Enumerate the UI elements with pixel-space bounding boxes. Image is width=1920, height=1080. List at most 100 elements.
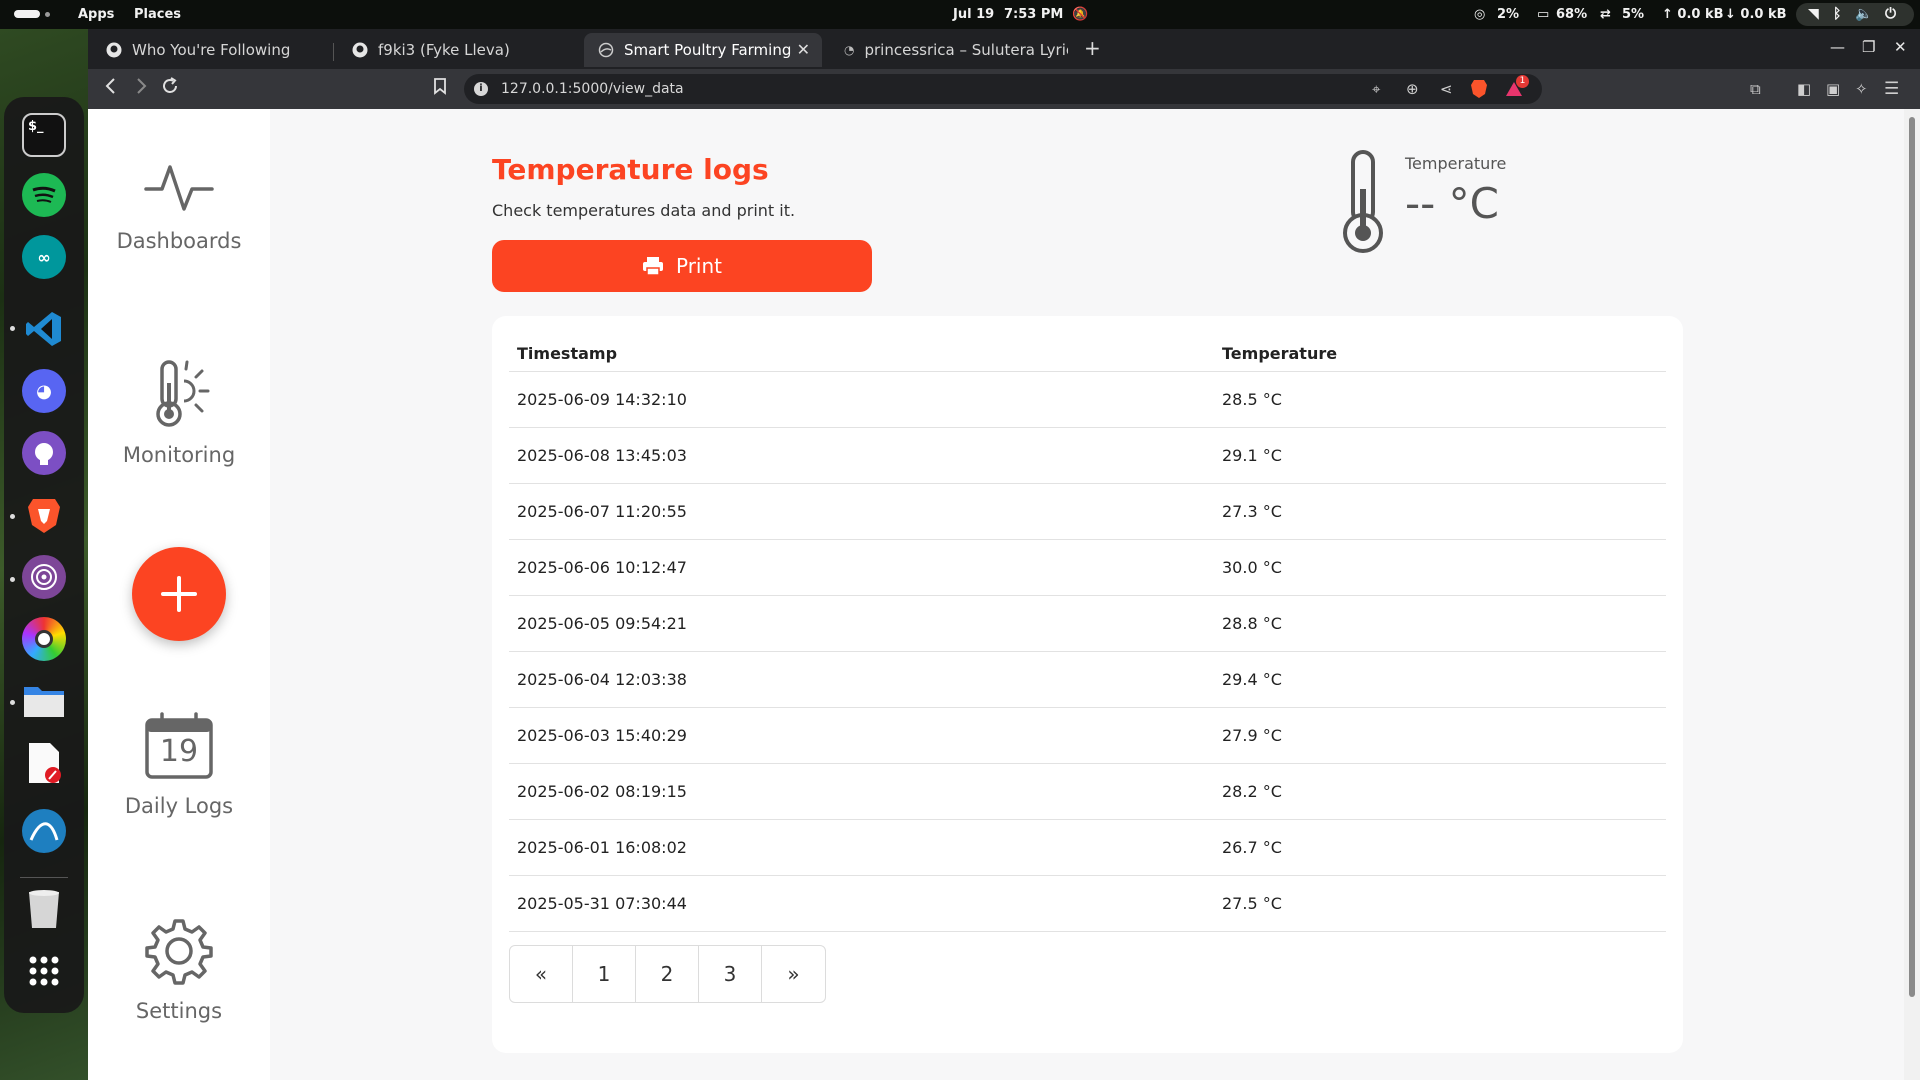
address-bar[interactable]: i 127.0.0.1:5000/view_data ⌖ ⊕ ⋖ 1 xyxy=(464,74,1542,104)
github-desktop-icon[interactable] xyxy=(22,431,66,475)
timestamp-cell: 2025-06-03 15:40:29 xyxy=(509,707,1214,764)
tab-close-icon[interactable]: ✕ xyxy=(797,40,810,59)
clock-date[interactable]: Jul 19 xyxy=(953,0,994,29)
timestamp-cell: 2025-06-04 12:03:38 xyxy=(509,651,1214,708)
wallet-icon[interactable]: ▣ xyxy=(1826,80,1840,98)
tab-label: f9ki3 (Fyke Lleva) xyxy=(378,41,510,59)
print-button[interactable]: Print xyxy=(492,240,872,292)
pagination-next-button[interactable]: » xyxy=(762,946,825,1002)
brave-icon[interactable] xyxy=(22,493,66,537)
table-header-row: Timestamp Temperature xyxy=(509,330,1666,372)
temperature-widget: Temperature -- °C xyxy=(1328,149,1588,259)
sidebar-item-label: Settings xyxy=(135,999,223,1023)
sidebar-item-daily-logs[interactable]: 19 Daily Logs xyxy=(88,712,270,818)
tab-f9ki3[interactable]: f9ki3 (Fyke Lleva) xyxy=(338,33,576,67)
timestamp-cell: 2025-06-09 14:32:10 xyxy=(509,371,1214,428)
gear-icon xyxy=(145,919,213,985)
temperature-cell: 27.5 °C xyxy=(1214,875,1666,932)
forward-icon[interactable] xyxy=(134,77,148,101)
running-indicator xyxy=(10,700,15,705)
table-row: 2025-06-03 15:40:29 27.9 °C xyxy=(509,707,1666,764)
tab-who-youre-following[interactable]: Who You're Following xyxy=(92,33,330,67)
timestamp-cell: 2025-05-31 07:30:44 xyxy=(509,875,1214,932)
memory-usage: 68% xyxy=(1556,7,1588,22)
places-menu[interactable]: Places xyxy=(134,0,181,29)
text-editor-icon[interactable] xyxy=(22,741,66,785)
new-tab-button[interactable]: + xyxy=(1084,36,1101,60)
trash-icon[interactable] xyxy=(22,887,66,931)
column-header-timestamp: Timestamp xyxy=(509,330,1214,372)
reader-mode-icon[interactable]: ⧉ xyxy=(1750,80,1761,98)
reload-icon[interactable] xyxy=(161,77,179,101)
page-subtitle: Check temperatures data and print it. xyxy=(492,201,796,220)
temperature-table: Timestamp Temperature 2025-06-09 14:32:1… xyxy=(509,330,1666,932)
bookmark-icon[interactable] xyxy=(433,77,447,101)
leo-ai-icon[interactable]: ✧ xyxy=(1855,80,1868,98)
memory-icon: ▭ xyxy=(1537,7,1550,22)
minimize-icon[interactable]: — xyxy=(1830,38,1845,56)
page-scrollbar[interactable] xyxy=(1904,109,1920,1080)
plus-icon xyxy=(161,576,197,612)
sidebar-item-monitoring[interactable]: Monitoring xyxy=(88,359,270,467)
files-icon[interactable] xyxy=(22,679,66,723)
temperature-cell: 28.5 °C xyxy=(1214,371,1666,428)
table-row: 2025-06-01 16:08:02 26.7 °C xyxy=(509,819,1666,876)
tab-label: Smart Poultry Farming xyxy=(624,41,792,59)
activities-button[interactable] xyxy=(14,10,50,20)
table-row: 2025-06-04 12:03:38 29.4 °C xyxy=(509,651,1666,708)
sidebar-item-settings[interactable]: Settings xyxy=(88,917,270,1023)
add-button[interactable] xyxy=(132,547,226,641)
temperature-cell: 30.0 °C xyxy=(1214,539,1666,596)
clock-time[interactable]: 7:53 PM xyxy=(1004,0,1063,29)
timestamp-cell: 2025-06-02 08:19:15 xyxy=(509,763,1214,820)
scrollbar-thumb[interactable] xyxy=(1909,117,1915,997)
pagination-page-3[interactable]: 3 xyxy=(699,946,762,1002)
share-icon[interactable]: ⋖ xyxy=(1440,80,1453,98)
location-icon[interactable]: ⌖ xyxy=(1372,80,1380,98)
table-row: 2025-06-06 10:12:47 30.0 °C xyxy=(509,539,1666,596)
close-window-icon[interactable]: ✕ xyxy=(1894,38,1907,56)
table-row: 2025-06-02 08:19:15 28.2 °C xyxy=(509,763,1666,820)
back-icon[interactable] xyxy=(104,77,118,101)
sidebar-toggle-icon[interactable]: ◧ xyxy=(1797,80,1811,98)
system-status-menu[interactable]: ◥ ᛒ 🔈 ⏻ xyxy=(1796,3,1914,26)
cpu-usage: 2% xyxy=(1497,7,1520,22)
dock: $_ ∞ ◕ xyxy=(4,97,84,1013)
tor-icon[interactable] xyxy=(22,555,66,599)
table-row: 2025-06-08 13:45:03 29.1 °C xyxy=(509,427,1666,484)
power-icon: ⏻ xyxy=(1885,6,1897,22)
spotify-icon[interactable] xyxy=(22,173,66,217)
browser-toolbar: i 127.0.0.1:5000/view_data ⌖ ⊕ ⋖ 1 ⧉ ◧ ▣… xyxy=(88,69,1920,109)
site-info-icon[interactable]: i xyxy=(474,82,488,96)
discord-icon[interactable]: ◕ xyxy=(22,369,66,413)
timestamp-cell: 2025-06-08 13:45:03 xyxy=(509,427,1214,484)
pagination-prev-button[interactable]: « xyxy=(510,946,573,1002)
pagination-page-1[interactable]: 1 xyxy=(573,946,636,1002)
notifications-muted-icon: 🔕 xyxy=(1072,7,1089,22)
wireshark-icon[interactable] xyxy=(22,809,66,853)
pulse-icon xyxy=(144,165,214,211)
vscode-icon[interactable] xyxy=(22,307,66,351)
net-download: ↓ 0.0 kB xyxy=(1725,7,1787,22)
app-grid-icon[interactable] xyxy=(22,949,66,993)
url-text: 127.0.0.1:5000/view_data xyxy=(501,81,684,97)
brave-shields-icon[interactable] xyxy=(1470,79,1488,103)
maximize-icon[interactable]: ❐ xyxy=(1862,38,1875,56)
sidebar-item-dashboards[interactable]: Dashboards xyxy=(88,159,270,253)
apps-menu[interactable]: Apps xyxy=(78,0,114,29)
terminal-icon[interactable]: $_ xyxy=(22,113,66,157)
tab-princessrica-lyrics[interactable]: ◔ princessrica – Sulutera Lyrics xyxy=(830,33,1068,67)
swap-icon: ⇄ xyxy=(1600,7,1611,22)
menu-icon[interactable]: ☰ xyxy=(1884,80,1899,98)
column-header-temperature: Temperature xyxy=(1214,330,1666,372)
github-icon xyxy=(352,42,368,58)
zoom-icon[interactable]: ⊕ xyxy=(1406,80,1419,98)
pagination-page-2[interactable]: 2 xyxy=(636,946,699,1002)
temperature-cell: 28.2 °C xyxy=(1214,763,1666,820)
running-indicator xyxy=(10,577,15,582)
color-picker-icon[interactable] xyxy=(22,617,66,661)
calendar-icon: 19 xyxy=(144,712,214,780)
arduino-icon[interactable]: ∞ xyxy=(22,235,66,279)
timestamp-cell: 2025-06-05 09:54:21 xyxy=(509,595,1214,652)
tab-smart-poultry-farming[interactable]: Smart Poultry Farming ✕ xyxy=(584,33,822,67)
